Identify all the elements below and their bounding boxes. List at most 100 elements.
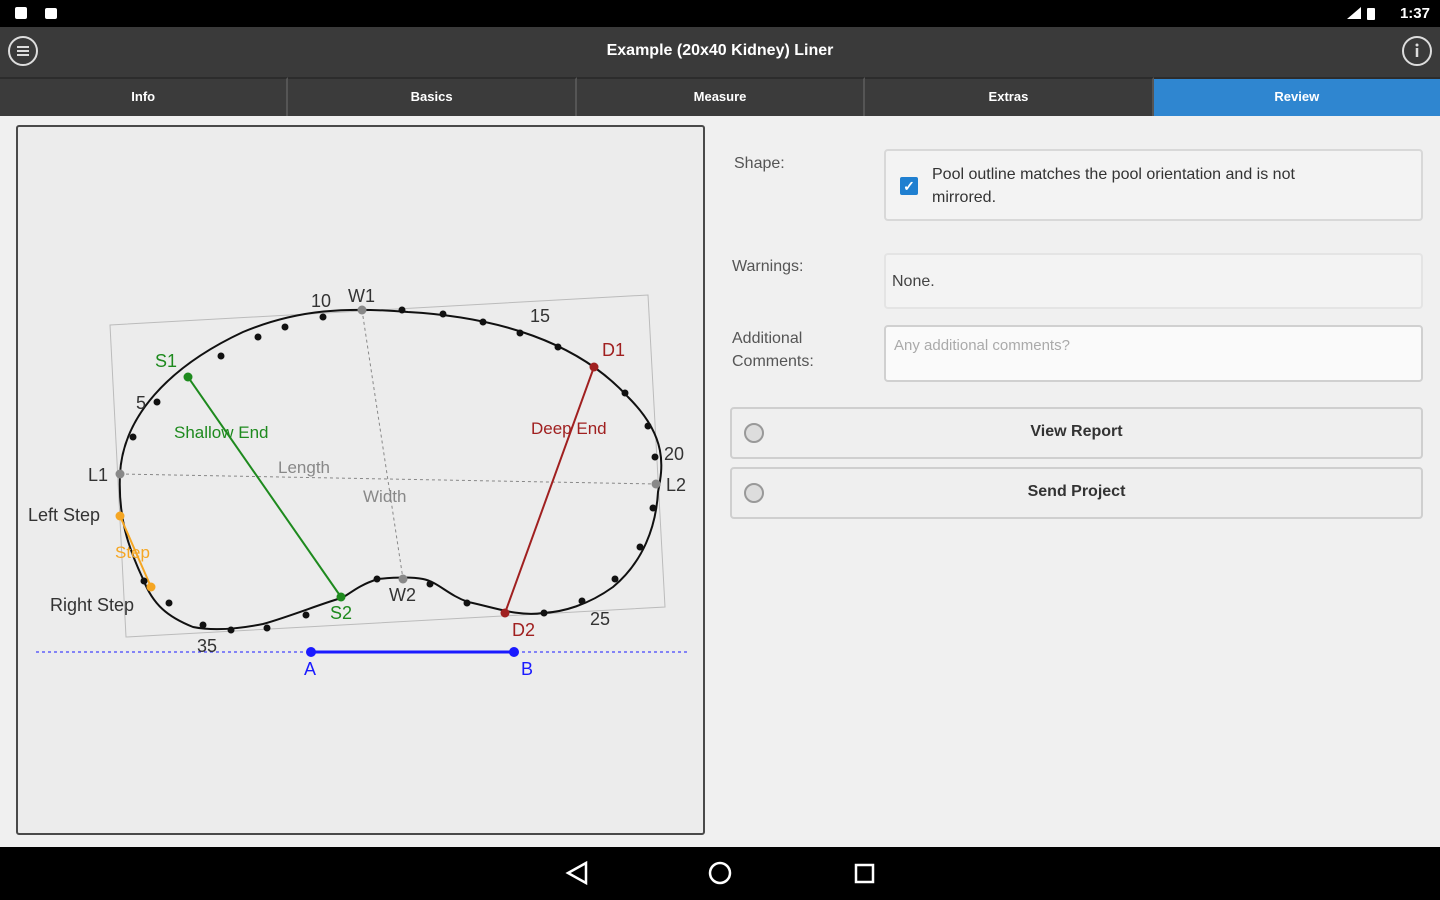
clock: 1:37: [1399, 5, 1430, 22]
outline-vertex: [649, 504, 657, 512]
recents-icon[interactable]: [854, 863, 875, 884]
outline-vertex: [516, 329, 524, 337]
point-l2[interactable]: [651, 479, 661, 489]
pool-diagram[interactable]: W1 W2 S1 S2 D1 D2 L1 L2 A B 5 10 15 20 2…: [18, 127, 703, 833]
status-bar: 1:37: [0, 0, 1440, 27]
label-b: B: [521, 659, 533, 679]
outline-vertex: [319, 313, 327, 321]
label-d2: D2: [512, 620, 535, 640]
outline-vertex: [463, 599, 471, 607]
tab-bar: Info Basics Measure Extras Review: [0, 77, 1440, 116]
outline-vertex: [611, 575, 619, 583]
comments-label: Additional Comments:: [732, 330, 814, 370]
pool-diagram-panel[interactable]: W1 W2 S1 S2 D1 D2 L1 L2 A B 5 10 15 20 2…: [16, 125, 705, 835]
notification-icon: [44, 6, 58, 20]
outline-vertex: [165, 599, 173, 607]
page-title: Example (20x40 Kidney) Liner: [606, 42, 834, 59]
battery-icon: [1366, 6, 1380, 20]
point-l1[interactable]: [115, 469, 125, 479]
outline-vertex: [263, 624, 271, 632]
width-line: [361, 309, 404, 580]
shape-label: Shape:: [734, 155, 785, 172]
label-shallow-end: Shallow End: [174, 423, 269, 442]
point-left-step[interactable]: [115, 511, 125, 521]
notification-icon: [14, 6, 28, 20]
send-project-button[interactable]: Send Project: [730, 467, 1423, 519]
outline-vertex: [373, 575, 381, 583]
tab-review[interactable]: Review: [1153, 77, 1440, 116]
label-w2: W2: [389, 585, 416, 605]
signal-icon: [1346, 6, 1361, 20]
tab-info[interactable]: Info: [0, 77, 289, 116]
bounding-box: [109, 294, 666, 638]
label-right-step: Right Step: [50, 595, 134, 615]
outline-vertex: [254, 333, 262, 341]
outline-vertex: [199, 621, 207, 629]
label-number-10: 10: [311, 291, 331, 311]
view-report-button[interactable]: View Report: [730, 407, 1423, 459]
outline-vertex: [479, 318, 487, 326]
outline-vertex: [540, 609, 548, 617]
tab-basics[interactable]: Basics: [288, 77, 577, 116]
label-d1: D1: [602, 340, 625, 360]
label-number-35: 35: [197, 636, 217, 656]
point-w2[interactable]: [398, 574, 408, 584]
outline-vertex: [217, 352, 225, 360]
info-icon[interactable]: [1402, 36, 1432, 66]
outline-vertex: [398, 306, 406, 314]
tab-measure[interactable]: Measure: [576, 77, 866, 116]
label-number-15: 15: [530, 306, 550, 326]
label-w1: W1: [348, 286, 375, 306]
pool-outline: [118, 308, 663, 631]
label-left-step: Left Step: [28, 505, 100, 525]
point-a[interactable]: [306, 647, 316, 657]
point-s1[interactable]: [183, 372, 193, 382]
back-icon[interactable]: [565, 860, 588, 886]
point-d2[interactable]: [500, 608, 510, 618]
outline-vertex: [140, 577, 148, 585]
deep-end-line: [504, 366, 595, 614]
outline-vertex: [227, 626, 235, 634]
view-report-label: View Report: [1030, 423, 1123, 440]
label-deep-end: Deep End: [531, 419, 607, 438]
warnings-box: None.: [884, 253, 1423, 309]
point-w1[interactable]: [357, 305, 367, 315]
shallow-end-line: [187, 376, 342, 598]
outline-vertex: [554, 343, 562, 351]
warnings-label: Warnings:: [732, 258, 804, 275]
outline-vertex: [578, 597, 586, 605]
comments-input[interactable]: Any additional comments?: [884, 325, 1423, 382]
home-icon[interactable]: [708, 861, 732, 885]
label-s2: S2: [330, 603, 352, 623]
shape-checkbox-row[interactable]: ✓ Pool outline matches the pool orientat…: [884, 149, 1423, 221]
outline-vertex: [644, 422, 652, 430]
point-right-step[interactable]: [146, 582, 156, 592]
outline-vertex: [621, 389, 629, 397]
warnings-value: None.: [892, 273, 935, 290]
label-s1: S1: [155, 351, 177, 371]
outline-vertex: [636, 543, 644, 551]
outline-vertex: [281, 323, 289, 331]
send-project-label: Send Project: [1027, 483, 1126, 500]
label-step: Step: [115, 543, 150, 562]
point-d1[interactable]: [589, 362, 599, 372]
label-width: Width: [363, 487, 406, 506]
label-l1: L1: [88, 465, 108, 485]
label-number-20: 20: [664, 444, 684, 464]
outline-vertex: [302, 611, 310, 619]
outline-vertex: [153, 398, 161, 406]
app-bar: Example (20x40 Kidney) Liner: [0, 27, 1440, 77]
point-s2[interactable]: [336, 592, 346, 602]
label-a: A: [304, 659, 316, 679]
outline-vertex: [439, 310, 447, 318]
label-l2: L2: [666, 475, 686, 495]
navigation-bar: [0, 847, 1440, 900]
point-b[interactable]: [509, 647, 519, 657]
shape-checkbox[interactable]: ✓: [900, 177, 918, 195]
outline-vertex: [129, 433, 137, 441]
label-number-5: 5: [136, 393, 146, 413]
label-length: Length: [278, 458, 330, 477]
tab-extras[interactable]: Extras: [865, 77, 1154, 116]
outline-vertex: [651, 453, 659, 461]
label-number-25: 25: [590, 609, 610, 629]
